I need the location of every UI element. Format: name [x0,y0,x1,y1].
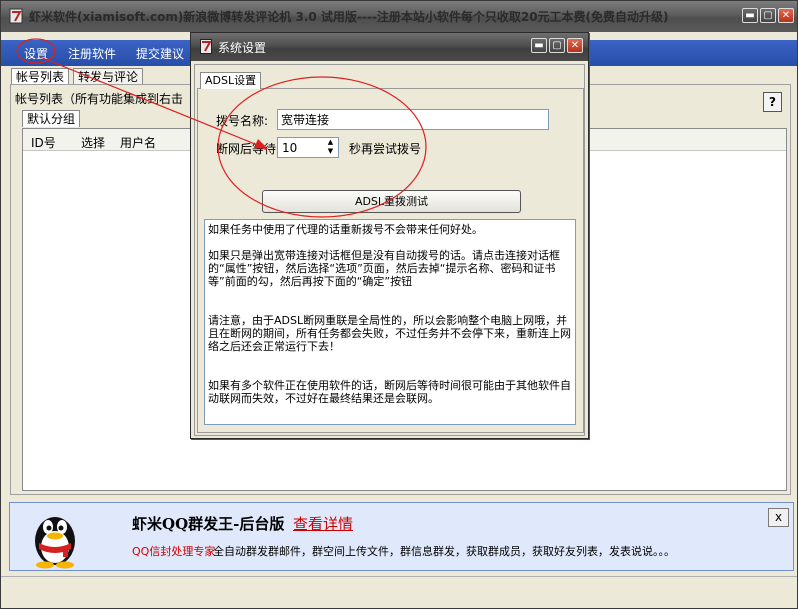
main-titlebar[interactable]: 虾米软件(xiamisoft.com)新浪微博转发评论机 3.0 试用版----… [1,1,797,32]
stepper-arrows[interactable]: ▲ ▼ [323,138,338,157]
retry-wait-label: 断网后等待 [216,142,277,156]
account-group-title: 帐号列表（所有功能集成到右击 [13,90,186,107]
chevron-down-icon[interactable]: ▼ [323,147,338,156]
dialog-minimize-button[interactable]: ▬ [531,38,547,53]
app-icon [200,39,212,54]
column-select[interactable]: 选择 [81,134,105,151]
window-title: 虾米软件(xiamisoft.com)新浪微博转发评论机 3.0 试用版----… [29,10,669,24]
column-username[interactable]: 用户名 [120,134,156,151]
dialog-maximize-button[interactable]: ▢ [549,38,565,53]
ad-details-link[interactable]: 查看详情 [293,513,353,534]
qq-penguin-icon [35,517,75,569]
ad-description: 全自动群发群邮件，群空间上传文件，群信息群发，获取群成员，获取好友列表，发表说说… [213,545,675,558]
status-bar [1,576,797,608]
menu-register[interactable]: 注册软件 [68,45,116,62]
tab-account-list[interactable]: 帐号列表 [11,68,70,85]
help-button[interactable]: ? [763,92,782,112]
dial-name-label: 拨号名称: [216,114,269,128]
dialog-title: 系统设置 [218,41,267,55]
dialog-close-button[interactable]: ✕ [567,38,583,53]
maximize-button[interactable]: ▢ [760,8,776,23]
app-icon [9,8,23,24]
ad-close-button[interactable]: x [768,508,789,527]
adsl-notes-textarea[interactable]: 如果任务中使用了代理的话重新拨号不会带来任何好处。 如果只是弹出宽带连接对话框但… [204,219,576,425]
adsl-redial-test-button[interactable]: ADSL重拨测试 [262,190,521,213]
retry-wait-value[interactable]: 10 [282,141,297,155]
retry-unit-label: 秒再尝试拨号 [349,142,422,156]
menu-settings[interactable]: 设置 [24,45,48,62]
tab-adsl-settings[interactable]: ADSL设置 [200,72,262,89]
menu-feedback[interactable]: 提交建议 [136,45,184,62]
ad-banner [9,502,794,571]
ad-highlight[interactable]: QQ信封处理专家 [132,543,215,559]
dial-name-input[interactable] [277,109,549,130]
ad-title: 虾米QQ群发王-后台版 [132,515,285,533]
close-button[interactable]: ✕ [778,8,794,23]
dialog-titlebar[interactable]: 系统设置 ▬ ▢ ✕ [191,33,588,61]
tab-forward-comment[interactable]: 转发与评论 [73,68,144,85]
retry-wait-stepper[interactable]: 10 ▲ ▼ [277,137,339,158]
minimize-button[interactable]: ▬ [742,8,758,23]
chevron-up-icon[interactable]: ▲ [323,138,338,147]
column-id[interactable]: ID号 [31,134,56,151]
tab-default-group[interactable]: 默认分组 [22,110,81,127]
